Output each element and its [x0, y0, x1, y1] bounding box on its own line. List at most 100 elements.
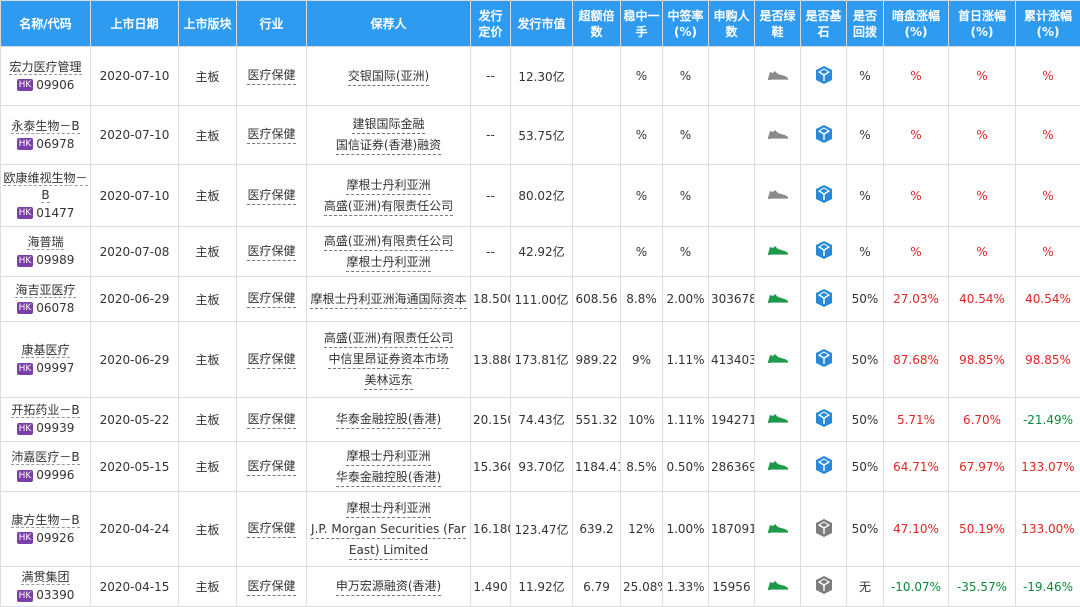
- stock-code: 09989: [36, 253, 74, 267]
- stock-name-link[interactable]: 沛嘉医疗－B: [11, 450, 79, 465]
- oversubscription-cell: 551.32: [573, 398, 621, 442]
- industry-link[interactable]: 医疗保健: [247, 290, 295, 308]
- cornerstone-cube-icon[interactable]: [815, 240, 833, 263]
- hk-market-badge: HK: [17, 79, 34, 91]
- greenshoe-shoe-icon[interactable]: [767, 579, 789, 594]
- sponsor-link[interactable]: 摩根士丹利亚洲: [346, 448, 430, 466]
- greenshoe-cell: [755, 47, 801, 106]
- sponsor-link[interactable]: 摩根士丹利亚洲海通国际资本: [310, 291, 466, 309]
- industry-link[interactable]: 医疗保健: [247, 243, 295, 261]
- header-board[interactable]: 上市版块: [179, 1, 237, 47]
- stock-name-link[interactable]: 宏力医疗管理: [9, 60, 81, 75]
- cornerstone-cube-icon[interactable]: [815, 348, 833, 371]
- industry-link[interactable]: 医疗保健: [247, 578, 295, 596]
- stock-name-link[interactable]: 欧康维视生物－B: [3, 171, 87, 203]
- cornerstone-cube-icon[interactable]: [815, 124, 833, 147]
- header-grey-market-change[interactable]: 暗盘涨幅(%): [884, 1, 949, 47]
- industry-link[interactable]: 医疗保健: [247, 458, 295, 476]
- sponsor-link[interactable]: 高盛(亚洲)有限责任公司: [324, 233, 453, 251]
- header-allotment-rate[interactable]: 中签率(%): [663, 1, 709, 47]
- header-industry[interactable]: 行业: [237, 1, 307, 47]
- header-market-cap[interactable]: 发行市值: [511, 1, 573, 47]
- stock-name-link[interactable]: 海吉亚医疗: [15, 283, 75, 298]
- header-listing-date[interactable]: 上市日期: [91, 1, 179, 47]
- sponsor-link[interactable]: 华泰金融控股(香港): [336, 411, 441, 429]
- stock-name-link[interactable]: 康方生物－B: [11, 513, 79, 528]
- header-cumulative-change[interactable]: 累计涨幅(%): [1016, 1, 1080, 47]
- header-clawback[interactable]: 是否回拨: [847, 1, 884, 47]
- table-row: 海普瑞HK099892020-07-08主板医疗保健高盛(亚洲)有限责任公司摩根…: [1, 227, 1080, 277]
- sponsor-link[interactable]: 中信里昂证券资本市场: [328, 351, 448, 369]
- cornerstone-cell: [801, 492, 847, 567]
- applicants-cell: 413403: [709, 322, 755, 398]
- grey-market-change-cell: 27.03%: [884, 277, 949, 322]
- stock-name-link[interactable]: 满贯集团: [21, 570, 69, 585]
- greenshoe-shoe-icon[interactable]: [767, 292, 789, 307]
- greenshoe-shoe-icon[interactable]: [767, 522, 789, 537]
- greenshoe-shoe-icon[interactable]: [767, 459, 789, 474]
- name-code-cell: 宏力医疗管理HK09906: [1, 47, 91, 106]
- industry-link[interactable]: 医疗保健: [247, 520, 295, 538]
- cornerstone-cube-icon[interactable]: [815, 65, 833, 88]
- cornerstone-cube-icon[interactable]: [815, 184, 833, 207]
- sponsor-link[interactable]: 美林远东: [364, 372, 412, 390]
- stock-name-link[interactable]: 永泰生物－B: [11, 119, 79, 134]
- sponsor-cell: 摩根士丹利亚洲华泰金融控股(香港): [307, 442, 471, 492]
- greenshoe-shoe-icon[interactable]: [767, 244, 789, 259]
- sponsor-link[interactable]: 摩根士丹利亚洲: [346, 254, 430, 272]
- stock-code: 09926: [36, 531, 74, 545]
- sponsor-link[interactable]: 建银国际金融: [352, 116, 424, 134]
- sponsor-link[interactable]: 申万宏源融资(香港): [336, 578, 441, 596]
- greenshoe-shoe-icon[interactable]: [767, 128, 789, 143]
- allotment-rate-cell: 1.11%: [663, 398, 709, 442]
- stock-name-link[interactable]: 海普瑞: [27, 235, 63, 250]
- cornerstone-cube-icon[interactable]: [815, 408, 833, 431]
- sponsor-link[interactable]: 国信证券(香港)融资: [336, 137, 441, 155]
- header-offer-price[interactable]: 发行定价: [471, 1, 511, 47]
- greenshoe-shoe-icon[interactable]: [767, 352, 789, 367]
- industry-link[interactable]: 医疗保健: [247, 187, 295, 205]
- sponsor-link[interactable]: East) Limited: [349, 542, 428, 560]
- stock-name-link[interactable]: 康基医疗: [21, 343, 69, 358]
- greenshoe-shoe-icon[interactable]: [767, 188, 789, 203]
- first-day-change-cell: %: [949, 106, 1016, 165]
- greenshoe-shoe-icon[interactable]: [767, 412, 789, 427]
- header-greenshoe[interactable]: 是否绿鞋: [755, 1, 801, 47]
- header-name-code[interactable]: 名称/代码: [1, 1, 91, 47]
- cornerstone-cube-icon[interactable]: [815, 455, 833, 478]
- applicants-cell: 187091: [709, 492, 755, 567]
- sponsor-link[interactable]: J.P. Morgan Securities (Far: [311, 521, 466, 539]
- cornerstone-cube-icon[interactable]: [815, 518, 833, 541]
- header-applicants[interactable]: 申购人数: [709, 1, 755, 47]
- industry-link[interactable]: 医疗保健: [247, 411, 295, 429]
- cornerstone-cube-icon[interactable]: [815, 288, 833, 311]
- header-sponsor[interactable]: 保荐人: [307, 1, 471, 47]
- sponsor-link[interactable]: 华泰金融控股(香港): [336, 469, 441, 487]
- clawback-cell: 50%: [847, 322, 884, 398]
- offer-price-cell: --: [471, 227, 511, 277]
- industry-link[interactable]: 医疗保健: [247, 126, 295, 144]
- sponsor-link[interactable]: 高盛(亚洲)有限责任公司: [324, 330, 453, 348]
- header-cornerstone[interactable]: 是否基石: [801, 1, 847, 47]
- cumulative-change-cell: %: [1016, 227, 1080, 277]
- stock-name-link[interactable]: 开拓药业－B: [11, 403, 79, 418]
- sponsor-link[interactable]: 高盛(亚洲)有限责任公司: [324, 198, 453, 216]
- header-one-lot-rate[interactable]: 稳中一手: [621, 1, 663, 47]
- industry-link[interactable]: 医疗保健: [247, 67, 295, 85]
- stock-code: 09939: [36, 421, 74, 435]
- industry-link[interactable]: 医疗保健: [247, 351, 295, 369]
- one-lot-rate-cell: %: [621, 106, 663, 165]
- cornerstone-cell: [801, 165, 847, 227]
- sponsor-link[interactable]: 摩根士丹利亚洲: [346, 177, 430, 195]
- sponsor-link[interactable]: 交银国际(亚洲): [348, 68, 429, 86]
- allotment-rate-cell: 0.50%: [663, 442, 709, 492]
- industry-cell: 医疗保健: [237, 567, 307, 607]
- sponsor-link[interactable]: 摩根士丹利亚洲: [346, 500, 430, 518]
- greenshoe-shoe-icon[interactable]: [767, 69, 789, 84]
- header-oversubscription[interactable]: 超额倍数: [573, 1, 621, 47]
- offer-price-cell: --: [471, 106, 511, 165]
- hk-market-badge: HK: [17, 532, 34, 544]
- cornerstone-cell: [801, 106, 847, 165]
- oversubscription-cell: [573, 165, 621, 227]
- header-first-day-change[interactable]: 首日涨幅(%): [949, 1, 1016, 47]
